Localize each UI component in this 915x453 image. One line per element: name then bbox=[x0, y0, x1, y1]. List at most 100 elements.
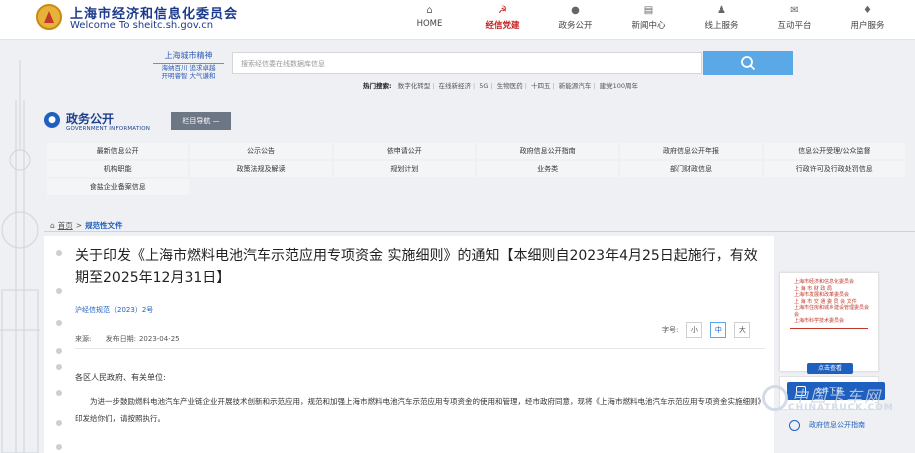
nav-label: 经信党建 bbox=[485, 21, 520, 31]
guide-label: 政府信息公开指南 bbox=[809, 421, 865, 429]
gov-info-icon: ● bbox=[44, 112, 60, 128]
publish-date: 2023-04-25 bbox=[138, 335, 180, 343]
breadcrumb: ⌂ 首页 > 规范性文件 bbox=[50, 220, 123, 231]
doc-line: 上海市住房和城乡建设管理委员会 bbox=[794, 305, 870, 311]
bullet-dot bbox=[56, 390, 62, 396]
bullet-dot bbox=[56, 420, 62, 426]
user-icon: ♦ bbox=[863, 5, 872, 16]
menu-item[interactable]: 行政许可及行政处罚信息 bbox=[763, 161, 905, 177]
nav-user-service[interactable]: ♦ 用户服务 bbox=[831, 0, 904, 40]
menu-item[interactable]: 依申请公开 bbox=[333, 143, 475, 159]
column-nav-button[interactable]: 栏目导航 — bbox=[171, 112, 231, 130]
bullet-dot bbox=[56, 348, 62, 354]
chat-icon: ● bbox=[571, 5, 580, 16]
article-body: 为进一步鼓励燃料电池汽车产业链企业开展技术创新和示范应用，规范和加强上海市燃料电… bbox=[75, 397, 765, 423]
doc-rule bbox=[790, 327, 868, 329]
font-large-button[interactable]: 大 bbox=[734, 322, 751, 338]
document-number: 沪经信规范（2023）2号 bbox=[75, 306, 154, 314]
hot-search-item[interactable]: 生物医药 bbox=[497, 82, 523, 90]
menu-item[interactable]: 业务类 bbox=[476, 161, 619, 177]
divider bbox=[75, 348, 765, 349]
breadcrumb-current[interactable]: 规范性文件 bbox=[85, 220, 123, 231]
nav-gov-info[interactable]: ● 政务公开 bbox=[539, 0, 612, 40]
nav-label: 用户服务 bbox=[850, 21, 885, 31]
article-title: 关于印发《上海市燃料电池汽车示范应用专项资金 实施细则》的通知【本细则自2023… bbox=[75, 248, 758, 286]
nav-interact[interactable]: ✉ 互动平台 bbox=[758, 0, 831, 40]
hot-search-label: 热门搜索: bbox=[363, 82, 392, 90]
bullet-dot bbox=[56, 250, 62, 256]
menu-item[interactable]: 部门财政信息 bbox=[620, 161, 762, 177]
hot-search-item[interactable]: 新能源汽车 bbox=[559, 82, 592, 90]
nav-label: HOME bbox=[416, 19, 443, 29]
article-meta: 来源: 发布日期: 2023-04-25 bbox=[75, 334, 192, 344]
document-download-button[interactable]: 文件下载 bbox=[787, 382, 885, 400]
home-icon: ⌂ bbox=[426, 5, 433, 16]
bullet-dot bbox=[56, 364, 62, 370]
top-header: 上海市经济和信息化委员会 Welcome To sheitc.sh.gov.cn… bbox=[0, 0, 915, 40]
menu-item[interactable]: 信息公开受理/公众监督 bbox=[763, 143, 905, 159]
hot-search: 热门搜索: 数字化转型 | 在线新经济 | 5G | 生物医药 | 十四五 | 新能源汽车… bbox=[363, 82, 638, 90]
news-icon: ▤ bbox=[643, 5, 654, 16]
hot-search-item[interactable]: 在线新经济 bbox=[438, 82, 471, 90]
chevron-right-icon: > bbox=[75, 221, 83, 230]
interact-icon: ✉ bbox=[790, 5, 799, 16]
menu-item[interactable]: 食盐企业备案信息 bbox=[47, 179, 189, 195]
font-medium-button[interactable]: 中 bbox=[710, 322, 727, 338]
source-label: 来源: bbox=[75, 335, 92, 343]
menu-row: 最新信息公开 公示公告 依申请公开 政府信息公开指南 政府信息公开年报 信息公开… bbox=[47, 143, 905, 159]
hot-search-item[interactable]: 5G bbox=[479, 82, 488, 90]
nav-online-service[interactable]: ♟ 线上服务 bbox=[685, 0, 758, 40]
main-nav: ⌂ HOME ☭ 经信党建 ● 政务公开 ▤ 新闻中心 ♟ 线上服务 ✉ 互动平… bbox=[393, 0, 904, 40]
nav-news[interactable]: ▤ 新闻中心 bbox=[612, 0, 685, 40]
menu-item[interactable]: 公示公告 bbox=[190, 143, 332, 159]
menu-item[interactable]: 规划计划 bbox=[333, 161, 475, 177]
document-icon bbox=[796, 386, 806, 396]
font-small-button[interactable]: 小 bbox=[686, 322, 703, 338]
home-icon: ⌂ bbox=[50, 221, 55, 230]
bullet-dot bbox=[56, 444, 62, 450]
menu-item[interactable]: 政府信息公开指南 bbox=[476, 143, 619, 159]
slogan-line-1: 海纳百川 追求卓越 bbox=[161, 64, 216, 72]
nav-label: 政务公开 bbox=[558, 21, 593, 31]
article-panel: 关于印发《上海市燃料电池汽车示范应用专项资金 实施细则》的通知【本细则自2023… bbox=[44, 236, 774, 453]
site-subtitle: Welcome To sheitc.sh.gov.cn bbox=[70, 20, 214, 31]
nav-label: 互动平台 bbox=[777, 21, 812, 31]
font-size-switcher: 字号: 小 中 大 bbox=[662, 322, 751, 338]
bullet-dot bbox=[56, 320, 62, 326]
hot-search-item[interactable]: 十四五 bbox=[531, 82, 551, 90]
compass-icon bbox=[789, 420, 800, 431]
party-icon: ☭ bbox=[498, 5, 507, 16]
salutation: 各区人民政府、有关单位: bbox=[75, 373, 166, 382]
service-icon: ♟ bbox=[717, 5, 726, 16]
menu-item[interactable]: 最新信息公开 bbox=[47, 143, 189, 159]
bullet-dot bbox=[56, 288, 62, 294]
doc-line: 上海市科学技术委员会 bbox=[794, 318, 845, 324]
breadcrumb-home[interactable]: 首页 bbox=[58, 220, 73, 231]
menu-item[interactable]: 政府信息公开年报 bbox=[620, 143, 762, 159]
nav-label: 新闻中心 bbox=[631, 21, 666, 31]
click-view-button[interactable]: 点击查看 bbox=[807, 363, 853, 374]
nav-home[interactable]: ⌂ HOME bbox=[393, 0, 466, 40]
slogan-title: 上海城市精神 bbox=[153, 50, 224, 64]
document-preview[interactable]: 上海市经济和信息化委员会 上 海 市 财 政 局 上海市发展和改革委员会 上 海… bbox=[779, 272, 879, 372]
divider bbox=[44, 231, 915, 232]
hot-search-item[interactable]: 数字化转型 bbox=[398, 82, 431, 90]
date-label: 发布日期: bbox=[105, 335, 136, 343]
menu-row: 食盐企业备案信息 bbox=[47, 179, 905, 195]
slogan-line-2: 开明睿智 大气谦和 bbox=[161, 72, 216, 80]
section-subtitle: GOVERNMENT INFORMATION bbox=[66, 126, 151, 132]
gov-info-guide-link[interactable]: 政府信息公开指南 bbox=[785, 416, 885, 434]
menu-item[interactable]: 政策法规及解读 bbox=[190, 161, 332, 177]
nav-label: 线上服务 bbox=[704, 21, 739, 31]
menu-item[interactable]: 机构职能 bbox=[47, 161, 189, 177]
font-size-label: 字号: bbox=[662, 326, 679, 334]
search-icon bbox=[741, 56, 756, 71]
site-logo-icon[interactable] bbox=[36, 4, 62, 30]
section-title: 政务公开 bbox=[66, 112, 115, 126]
hot-search-item[interactable]: 建党100周年 bbox=[600, 82, 638, 90]
city-spirit-slogan[interactable]: 上海城市精神 海纳百川 追求卓越 开明睿智 大气谦和 bbox=[153, 50, 224, 87]
search-button[interactable] bbox=[703, 51, 793, 75]
search-input[interactable]: 搜索经信委在线数据库信息 bbox=[232, 52, 702, 74]
nav-party[interactable]: ☭ 经信党建 bbox=[466, 0, 539, 40]
menu-row: 机构职能 政策法规及解读 规划计划 业务类 部门财政信息 行政许可及行政处罚信息 bbox=[47, 161, 905, 177]
